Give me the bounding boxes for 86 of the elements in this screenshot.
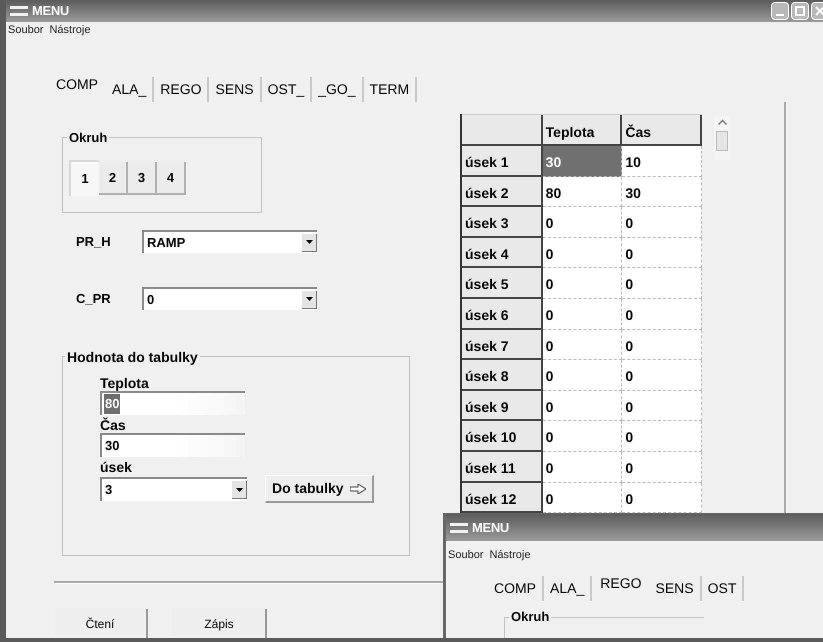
row-header: úsek 12 — [462, 482, 543, 514]
tab[interactable]: ALA_ — [544, 576, 592, 601]
minimize-icon — [776, 14, 784, 16]
row-header: úsek 1 — [462, 146, 543, 177]
dropdown-field[interactable]: 0 — [142, 287, 317, 310]
maximize-button[interactable] — [791, 2, 809, 20]
table-cell[interactable]: 30 — [622, 176, 702, 208]
group-label: Okruh — [509, 609, 552, 624]
row-header: úsek 7 — [462, 330, 543, 360]
table-cell[interactable]: 0 — [622, 452, 702, 483]
segment-button[interactable]: 4 — [157, 162, 186, 195]
tab[interactable]: _GO_ — [312, 77, 364, 102]
text-field[interactable]: 30 — [100, 433, 245, 457]
window-icon — [450, 522, 468, 534]
tab[interactable]: COMP — [488, 576, 544, 601]
tab[interactable]: ALA_ — [106, 77, 154, 102]
row-header: úsek 9 — [462, 390, 543, 422]
dropdown-field[interactable]: RAMP — [142, 230, 317, 253]
table-cell[interactable]: 0 — [622, 390, 702, 422]
dropdown-field[interactable]: 3 — [100, 477, 247, 501]
row-header: úsek 6 — [462, 298, 543, 330]
field-label: úsek — [100, 459, 133, 475]
table-cell[interactable]: 0 — [542, 298, 622, 330]
caret-icon — [236, 488, 242, 492]
table-cell[interactable]: 0 — [622, 207, 702, 238]
tab[interactable]: COMP — [48, 72, 106, 98]
tab[interactable]: REGO — [592, 571, 650, 597]
window-title: MENU — [472, 518, 509, 537]
menu-item[interactable]: Nástroje — [489, 546, 530, 564]
scroll-up-icon — [718, 119, 726, 125]
field-label: Teplota — [100, 375, 150, 391]
scroll-thumb[interactable] — [716, 131, 728, 151]
table-cell[interactable]: 0 — [622, 330, 702, 360]
table-cell[interactable]: 0 — [542, 452, 622, 483]
table-cell[interactable]: 30 — [542, 146, 622, 177]
column-header: Teplota — [542, 115, 622, 146]
minimize-button[interactable] — [771, 2, 789, 20]
field-label: C_PR — [75, 290, 112, 308]
segment-button[interactable]: 3 — [128, 162, 157, 195]
tab[interactable]: SENS — [649, 576, 702, 601]
segment-button[interactable]: 1 — [69, 160, 99, 196]
segment-button[interactable]: 2 — [99, 162, 128, 195]
do-tabulky-button[interactable]: Do tabulky — [265, 475, 374, 503]
table-cell[interactable]: 0 — [622, 360, 702, 391]
table-cell[interactable]: 0 — [542, 360, 622, 391]
tab[interactable]: OST — [702, 576, 744, 601]
table-cell[interactable]: 0 — [622, 268, 702, 299]
menu-item[interactable]: Nástroje — [49, 22, 90, 38]
close-icon — [815, 6, 823, 16]
caret-icon — [306, 297, 312, 301]
field-label: Čas — [100, 417, 127, 433]
table-cell[interactable]: 0 — [542, 421, 622, 452]
table-cell[interactable]: 0 — [542, 207, 622, 238]
tab[interactable]: SENS — [209, 77, 262, 102]
table-cell[interactable]: 0 — [542, 330, 622, 360]
row-header: úsek 4 — [462, 238, 543, 268]
window-title: MENU — [32, 2, 69, 20]
maximize-icon — [795, 6, 805, 16]
column-header: Čas — [622, 115, 702, 146]
menu-item[interactable]: Soubor — [448, 546, 484, 564]
table-cell[interactable]: 0 — [622, 238, 702, 268]
row-header: úsek 5 — [462, 268, 543, 299]
row-header: úsek 11 — [462, 452, 543, 483]
caret-icon — [306, 240, 312, 244]
row-header: úsek 3 — [462, 207, 543, 238]
table-cell[interactable]: 0 — [542, 390, 622, 422]
row-header: úsek 2 — [462, 176, 543, 208]
table-cell[interactable]: 0 — [542, 238, 622, 268]
tab[interactable]: REGO — [154, 77, 210, 102]
table-cell[interactable]: 0 — [622, 421, 702, 452]
row-header: úsek 8 — [462, 360, 543, 391]
table-cell[interactable]: 10 — [622, 146, 702, 177]
arrow-right-icon — [350, 484, 366, 494]
tab[interactable]: TERM — [364, 77, 418, 102]
text-field[interactable]: 80 — [100, 391, 245, 415]
window-icon — [10, 5, 28, 17]
table-cell[interactable]: 0 — [542, 482, 622, 514]
row-header: úsek 10 — [462, 421, 543, 452]
scrollbar[interactable] — [714, 116, 730, 160]
table-cell[interactable]: 0 — [622, 298, 702, 330]
field-label: PR_H — [75, 232, 112, 251]
table-cell[interactable]: 0 — [542, 268, 622, 299]
table-cell[interactable]: 80 — [542, 176, 622, 208]
menu-item[interactable]: Soubor — [8, 22, 44, 38]
tab[interactable]: OST_ — [262, 77, 312, 102]
table-cell[interactable]: 0 — [622, 482, 702, 514]
